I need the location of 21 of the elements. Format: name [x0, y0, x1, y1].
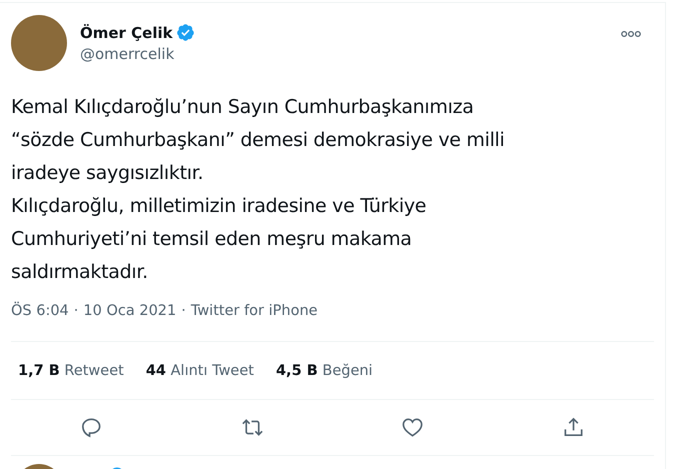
tweet-meta: Twitter for iPhone [190, 303, 318, 321]
stat-link[interactable]: 44 Alıntı Tweet [146, 362, 254, 378]
stat-link[interactable]: 1,7 B Retweet [18, 362, 124, 378]
tweet-text-line: Cumhuriyeti’ni temsil eden meşru makama [11, 227, 413, 252]
tweet-text-line: Kılıçdaroğlu, milletimizin iradesine ve Türkiye [11, 194, 428, 219]
author-name[interactable]: Ömer Çelik [80, 24, 173, 42]
tweet-text-line: Kemal Kılıçdaroğlu’nun Sayın Cumhurbaşkanımıza [11, 95, 475, 120]
share-icon[interactable] [562, 416, 586, 439]
more-options-icon[interactable] [621, 30, 641, 38]
tweet-meta: · [74, 303, 78, 321]
tweet-text-line: saldırmaktadır. [11, 260, 149, 285]
reply-icon[interactable] [80, 416, 103, 439]
retweet-icon[interactable] [240, 416, 264, 439]
tweet-meta: 10 Oca 2021 [83, 303, 176, 321]
tweet-text-line: “sözde Cumhurbaşkanı” demesi demokrasiye ve milli [11, 128, 506, 153]
tweet-text-line: iradeye saygısızlıktır. [11, 161, 204, 186]
tweet-meta: ÖS 6:04 [11, 303, 69, 321]
stat-link[interactable]: 4,5 B Beğeni [276, 362, 373, 378]
author-handle[interactable]: @omerrcelik [80, 45, 195, 63]
heart-icon[interactable] [401, 416, 424, 439]
tweet-meta: · [181, 303, 186, 321]
